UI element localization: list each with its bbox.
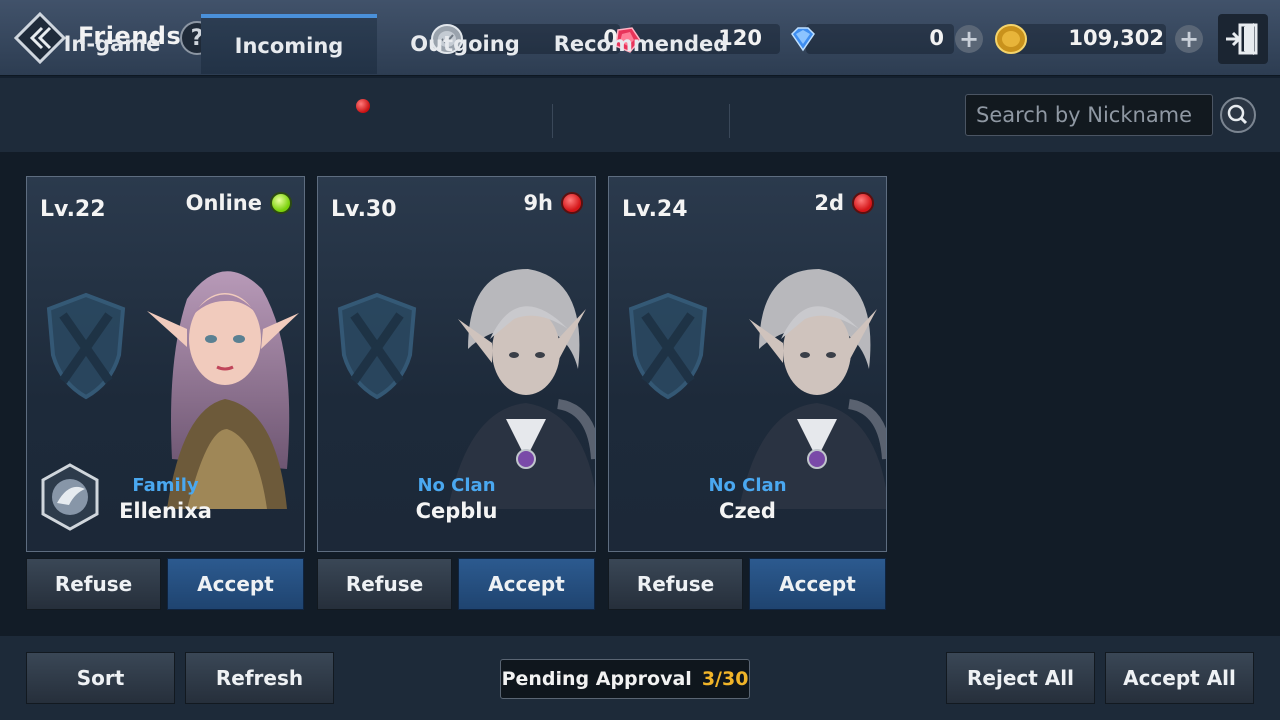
- tab-incoming[interactable]: Incoming: [201, 14, 377, 74]
- incoming-notification-dot: [356, 99, 370, 113]
- player-nickname: Ellenixa: [119, 499, 212, 523]
- character-portrait: [739, 269, 886, 509]
- shield-crest-icon: [628, 292, 708, 400]
- accept-button[interactable]: Accept: [458, 558, 595, 610]
- character-portrait: [448, 269, 595, 509]
- friend-request-card: Lv.24 2d No Clan Czed: [608, 176, 887, 552]
- offline-status: 2d: [814, 191, 874, 215]
- offline-indicator-icon: [561, 192, 583, 214]
- friend-request-card: Lv.30 9h No Clan Cepblu: [317, 176, 596, 552]
- pending-approval-counter: Pending Approval 3/30: [500, 659, 750, 699]
- tab-outgoing[interactable]: Outgoing: [378, 14, 552, 74]
- player-level: Lv.24: [622, 197, 688, 222]
- offline-status: 9h: [523, 191, 583, 215]
- blue-diamond-amount: 0: [929, 26, 944, 50]
- refuse-button[interactable]: Refuse: [608, 558, 743, 610]
- gold-coin-icon: [995, 24, 1027, 54]
- pending-label: Pending Approval: [501, 668, 692, 690]
- status-text: 2d: [814, 191, 844, 215]
- accept-button[interactable]: Accept: [749, 558, 886, 610]
- add-diamond-button[interactable]: +: [955, 25, 983, 53]
- online-status: Online: [186, 191, 292, 215]
- exit-button[interactable]: [1218, 14, 1268, 64]
- sort-button[interactable]: Sort: [26, 652, 175, 704]
- reject-all-button[interactable]: Reject All: [946, 652, 1095, 704]
- clan-name: No Clan: [708, 475, 787, 496]
- friend-request-card: Lv.22 Online Family Ellenixa: [26, 176, 305, 552]
- clan-name: No Clan: [417, 475, 496, 496]
- refuse-button[interactable]: Refuse: [317, 558, 452, 610]
- player-nickname: Cepblu: [415, 499, 498, 523]
- tab-divider: [729, 104, 730, 138]
- character-portrait: [147, 271, 299, 509]
- add-gold-button[interactable]: +: [1175, 25, 1203, 53]
- player-level: Lv.22: [40, 197, 106, 222]
- shield-crest-icon: [46, 292, 126, 400]
- search-icon: [1227, 104, 1248, 125]
- shield-crest-icon: [337, 292, 417, 400]
- exit-door-icon: [1226, 23, 1258, 55]
- player-nickname: Czed: [719, 499, 776, 523]
- search-input[interactable]: [965, 94, 1213, 136]
- tab-in-game[interactable]: In-game: [24, 14, 200, 74]
- player-level: Lv.30: [331, 197, 397, 222]
- blue-diamond-icon: [791, 27, 815, 52]
- status-text: Online: [185, 191, 262, 215]
- refresh-button[interactable]: Refresh: [185, 652, 334, 704]
- offline-indicator-icon: [852, 192, 874, 214]
- tab-recommended[interactable]: Recommended: [553, 14, 729, 74]
- online-indicator-icon: [270, 192, 292, 214]
- search-button[interactable]: [1220, 97, 1256, 133]
- pending-count: 3/30: [701, 668, 749, 690]
- refuse-button[interactable]: Refuse: [26, 558, 161, 610]
- clan-name: Family: [132, 475, 199, 496]
- tab-divider: [552, 104, 553, 138]
- gold-amount: 109,302: [1068, 26, 1164, 50]
- accept-all-button[interactable]: Accept All: [1105, 652, 1254, 704]
- status-text: 9h: [523, 191, 553, 215]
- accept-button[interactable]: Accept: [167, 558, 304, 610]
